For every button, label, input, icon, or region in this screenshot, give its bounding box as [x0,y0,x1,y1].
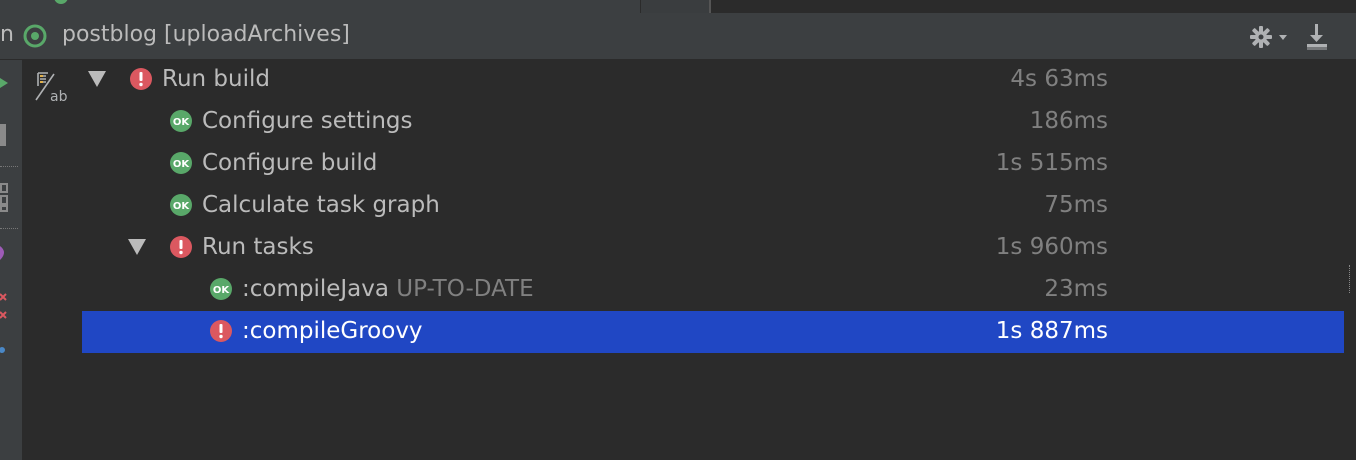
tree-row-duration: 23ms [1044,276,1108,302]
tree-row-label: Calculate task graph [202,192,440,218]
error-icon [210,320,232,342]
svg-text:OK: OK [173,159,191,170]
svg-text:OK: OK [173,201,191,212]
svg-text:ab: ab [50,89,68,104]
header-label-fragment: n [0,22,14,47]
gear-icon[interactable] [1248,23,1290,51]
error-icon [130,68,152,90]
download-icon[interactable] [1304,22,1330,52]
toolbar-divider [0,228,18,229]
tree-row-duration: 4s 63ms [1010,66,1108,92]
tree-row-duration: 1s 887ms [995,318,1108,344]
svg-text:OK: OK [213,285,231,296]
sort-ab-icon[interactable]: ab [34,70,68,104]
left-toolbar [0,60,23,460]
tree-row-run-build[interactable]: Run build 4s 63ms [82,59,1344,101]
svg-text:OK: OK [173,117,191,128]
stop-icon[interactable] [0,124,6,146]
rerun-icon[interactable] [0,76,10,90]
tree-row-run-tasks[interactable]: Run tasks 1s 960ms [82,227,1344,269]
tree-row-configure-settings[interactable]: OK Configure settings 186ms [82,101,1344,143]
splitter-handle[interactable] [1349,265,1352,293]
toolbar-divider [0,166,18,167]
tree-row-label: Configure build [202,150,378,176]
tab-strip [0,0,1356,13]
tree-row-label: :compileGroovy [242,318,423,344]
error-icon [170,236,192,258]
build-tree: Run build 4s 63ms OK Configure settings … [82,59,1344,460]
tab-partial-left[interactable] [0,0,640,13]
tab-partial-middle[interactable] [641,0,709,13]
run-configuration-title: postblog [uploadArchives] [62,22,350,47]
tree-row-label: :compileJava UP-TO-DATE [242,276,534,302]
tree-row-duration: 75ms [1044,192,1108,218]
splitter[interactable] [1344,59,1356,460]
tree-row-compile-groovy[interactable]: :compileGroovy 1s 887ms [82,311,1344,353]
tree-row-duration: 1s 960ms [995,234,1108,260]
up-to-date-tag: UP-TO-DATE [396,276,534,302]
tree-row-duration: 1s 515ms [995,150,1108,176]
tree-row-configure-build[interactable]: OK Configure build 1s 515ms [82,143,1344,185]
tab-partial-right[interactable] [711,0,1356,13]
ok-icon: OK [170,152,192,174]
tree-row-label: Configure settings [202,108,413,134]
tree-row-calculate-task-graph[interactable]: OK Calculate task graph 75ms [82,185,1344,227]
pin-icon[interactable] [0,246,8,260]
expand-arrow-icon[interactable] [88,71,106,87]
layout-icon[interactable] [0,182,8,212]
ok-icon: OK [210,278,232,300]
ok-icon: OK [170,194,192,216]
tree-row-duration: 186ms [1029,108,1108,134]
expand-arrow-icon[interactable] [128,239,146,255]
run-window-header: n postblog [uploadArchives] [0,13,1356,60]
gradle-run-icon [23,24,47,48]
tree-row-compile-java[interactable]: OK :compileJava UP-TO-DATE 23ms [82,269,1344,311]
close-icon[interactable] [0,292,8,322]
ok-icon: OK [170,110,192,132]
tree-row-label: Run tasks [202,234,314,260]
tree-row-label: Run build [162,66,270,92]
help-icon[interactable] [0,346,8,354]
